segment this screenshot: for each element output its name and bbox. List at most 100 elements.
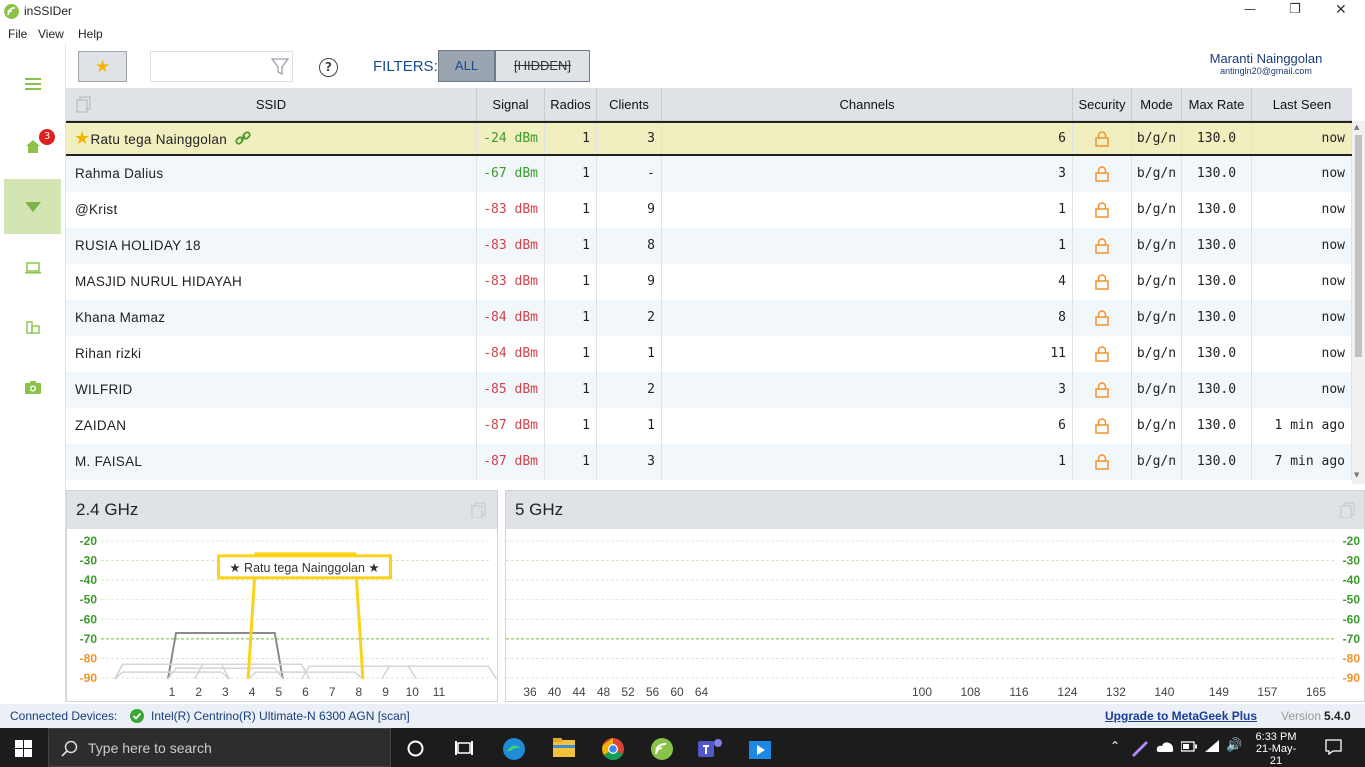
- scroll-down-icon[interactable]: ▼: [1354, 471, 1359, 479]
- pen-icon[interactable]: [1130, 737, 1150, 757]
- user-account[interactable]: Maranti Nainggolan antingln20@gmail.com: [1186, 51, 1346, 76]
- channels-cell: 1: [662, 228, 1073, 264]
- edge-browser-icon[interactable]: [502, 737, 526, 761]
- scroll-thumb[interactable]: [1355, 135, 1362, 357]
- wifi-tray-icon[interactable]: [1204, 739, 1220, 753]
- teams-icon[interactable]: [698, 737, 724, 761]
- col-security[interactable]: Security: [1073, 88, 1132, 121]
- filter-hidden-button[interactable]: [HIDDEN]: [495, 50, 590, 82]
- search-input[interactable]: [155, 52, 265, 80]
- col-ssid[interactable]: SSID: [66, 88, 477, 121]
- table-row[interactable]: Rihan rizki -84 dBm 1 1 11 b/g/n 130.0 now: [66, 336, 1352, 372]
- table-row[interactable]: Rahma Dalius -67 dBm 1-3 b/g/n 130.0 now: [66, 156, 1352, 192]
- chart-5ghz-header: 5 GHz: [506, 491, 1364, 529]
- restore-button[interactable]: ❐: [1289, 2, 1301, 17]
- menu-help[interactable]: Help: [78, 27, 103, 41]
- minimize-button[interactable]: —: [1244, 2, 1256, 16]
- close-button[interactable]: ✕: [1335, 2, 1347, 18]
- ssid-cell: RUSIA HOLIDAY 18: [66, 228, 477, 264]
- signal-cell: -24 dBm: [477, 123, 545, 154]
- mode-cell: b/g/n: [1132, 264, 1182, 300]
- connected-device-name[interactable]: Intel(R) Centrino(R) Ultimate-N 6300 AGN…: [151, 709, 410, 723]
- chart-5ghz: -20 -30 -40 -50 -60 -70 -80 -90 36 40 44 48 52 56 60 64…: [506, 534, 1360, 699]
- filter-all-button[interactable]: ALL: [438, 50, 495, 82]
- x-tick-label: 140: [1154, 685, 1174, 699]
- signal-cell: -83 dBm: [477, 228, 545, 264]
- x-tick-label: 36: [523, 685, 537, 699]
- col-radios[interactable]: Radios: [545, 88, 597, 121]
- clients-cell: 3: [597, 444, 662, 480]
- task-view-icon[interactable]: [455, 740, 473, 756]
- notifications-icon[interactable]: [1325, 739, 1342, 755]
- table-scrollbar[interactable]: ▲ ▼: [1352, 121, 1365, 484]
- chart-5ghz-panel: 5 GHz -20 -30 -40 -50 -60 -70 -80 -90 36 40 44 48 52…: [505, 490, 1365, 702]
- battery-icon[interactable]: [1181, 741, 1197, 752]
- chart-24ghz-header: 2.4 GHz: [67, 491, 497, 529]
- sidebar-item-home[interactable]: 3: [4, 119, 61, 174]
- filter-icon[interactable]: [271, 58, 289, 76]
- help-icon[interactable]: ?: [319, 58, 338, 77]
- selected-network-label: ★ Ratu tega Nainggolan ★: [229, 561, 379, 575]
- onedrive-icon[interactable]: [1156, 740, 1174, 754]
- sidebar-item-devices[interactable]: [4, 240, 61, 295]
- x-tick-label: 108: [960, 685, 980, 699]
- x-tick-label: 6: [302, 685, 309, 699]
- table-row[interactable]: RUSIA HOLIDAY 18 -83 dBm 1 8 1 b/g/n 130.0 now: [66, 228, 1352, 264]
- col-last-seen[interactable]: Last Seen: [1252, 88, 1352, 121]
- taskbar-search-box[interactable]: Type here to search: [48, 728, 391, 767]
- channels-cell: 4: [662, 264, 1073, 300]
- network-table-header: SSID Signal Radios Clients Channels Secu…: [66, 88, 1352, 121]
- signal-cell: -87 dBm: [477, 444, 545, 480]
- inssider-taskbar-icon[interactable]: [650, 737, 674, 761]
- table-row[interactable]: MASJID NURUL HIDAYAH -83 dBm 1 9 4 b/g/n 130.0…: [66, 264, 1352, 300]
- x-tick-label: 44: [572, 685, 586, 699]
- clock[interactable]: 6:33 PM 21-May-21: [1250, 731, 1302, 767]
- sidebar-item-network-map[interactable]: [4, 300, 61, 355]
- tray-expand-icon[interactable]: ⌃: [1110, 739, 1120, 753]
- user-name: Maranti Nainggolan: [1209, 51, 1323, 66]
- table-row[interactable]: Khana Mamaz -84 dBm 1 2 8 b/g/n 130.0 now: [66, 300, 1352, 336]
- col-channels[interactable]: Channels: [662, 88, 1073, 121]
- max-rate-cell: 130.0: [1182, 372, 1252, 408]
- col-signal[interactable]: Signal: [477, 88, 545, 121]
- copy-chart-icon[interactable]: [471, 502, 486, 518]
- hamburger-menu-button[interactable]: [4, 56, 61, 111]
- col-clients[interactable]: Clients: [597, 88, 662, 121]
- col-max-rate[interactable]: Max Rate: [1182, 88, 1252, 121]
- chrome-icon[interactable]: [601, 737, 625, 761]
- col-mode[interactable]: Mode: [1132, 88, 1182, 121]
- scroll-up-icon[interactable]: ▲: [1354, 123, 1359, 131]
- table-row[interactable]: ZAIDAN -87 dBm 1 1 6 b/g/n 130.0 1 min ago: [66, 408, 1352, 444]
- table-row[interactable]: WILFRID -85 dBm 1 2 3 b/g/n 130.0 now: [66, 372, 1352, 408]
- search-field[interactable]: [150, 51, 293, 82]
- video-editor-icon[interactable]: [747, 737, 773, 761]
- table-row[interactable]: M. FAISAL -87 dBm 1 3 1 b/g/n 130.0 7 min ago: [66, 444, 1352, 480]
- mode-cell: b/g/n: [1132, 192, 1182, 228]
- menu-file[interactable]: File: [8, 27, 27, 41]
- sidebar-item-snapshot[interactable]: [4, 360, 61, 415]
- x-tick-label: 132: [1106, 685, 1126, 699]
- x-tick-label: 124: [1057, 685, 1077, 699]
- menu-view[interactable]: View: [38, 27, 64, 41]
- file-explorer-icon[interactable]: [553, 738, 575, 757]
- table-row[interactable]: ★Ratu tega Nainggolan -24 dBm 1 3 6 b/g/n 130.…: [66, 121, 1352, 156]
- upgrade-link[interactable]: Upgrade to MetaGeek Plus: [1105, 709, 1257, 723]
- volume-icon[interactable]: 🔊: [1226, 738, 1242, 753]
- radios-cell: 1: [545, 300, 597, 336]
- x-tick-label: 3: [222, 685, 229, 699]
- chart-5ghz-title: 5 GHz: [515, 500, 564, 519]
- copy-chart-5-icon[interactable]: [1340, 502, 1355, 518]
- lock-icon: [1073, 372, 1132, 408]
- windows-start-icon[interactable]: [15, 740, 32, 757]
- table-row[interactable]: @Krist -83 dBm 1 9 1 b/g/n 130.0 now: [66, 192, 1352, 228]
- network-trace[interactable]: [167, 667, 284, 680]
- camera-icon: [24, 381, 41, 394]
- cortana-icon[interactable]: [407, 740, 424, 757]
- favorite-star-icon[interactable]: ★: [74, 128, 90, 148]
- y-tick-label: -80: [80, 651, 98, 665]
- favorites-filter-button[interactable]: ★: [78, 51, 127, 82]
- sidebar-item-networks[interactable]: [4, 179, 61, 234]
- max-rate-cell: 130.0: [1182, 336, 1252, 372]
- network-trace[interactable]: [380, 665, 497, 680]
- sidebar: 3: [0, 44, 66, 702]
